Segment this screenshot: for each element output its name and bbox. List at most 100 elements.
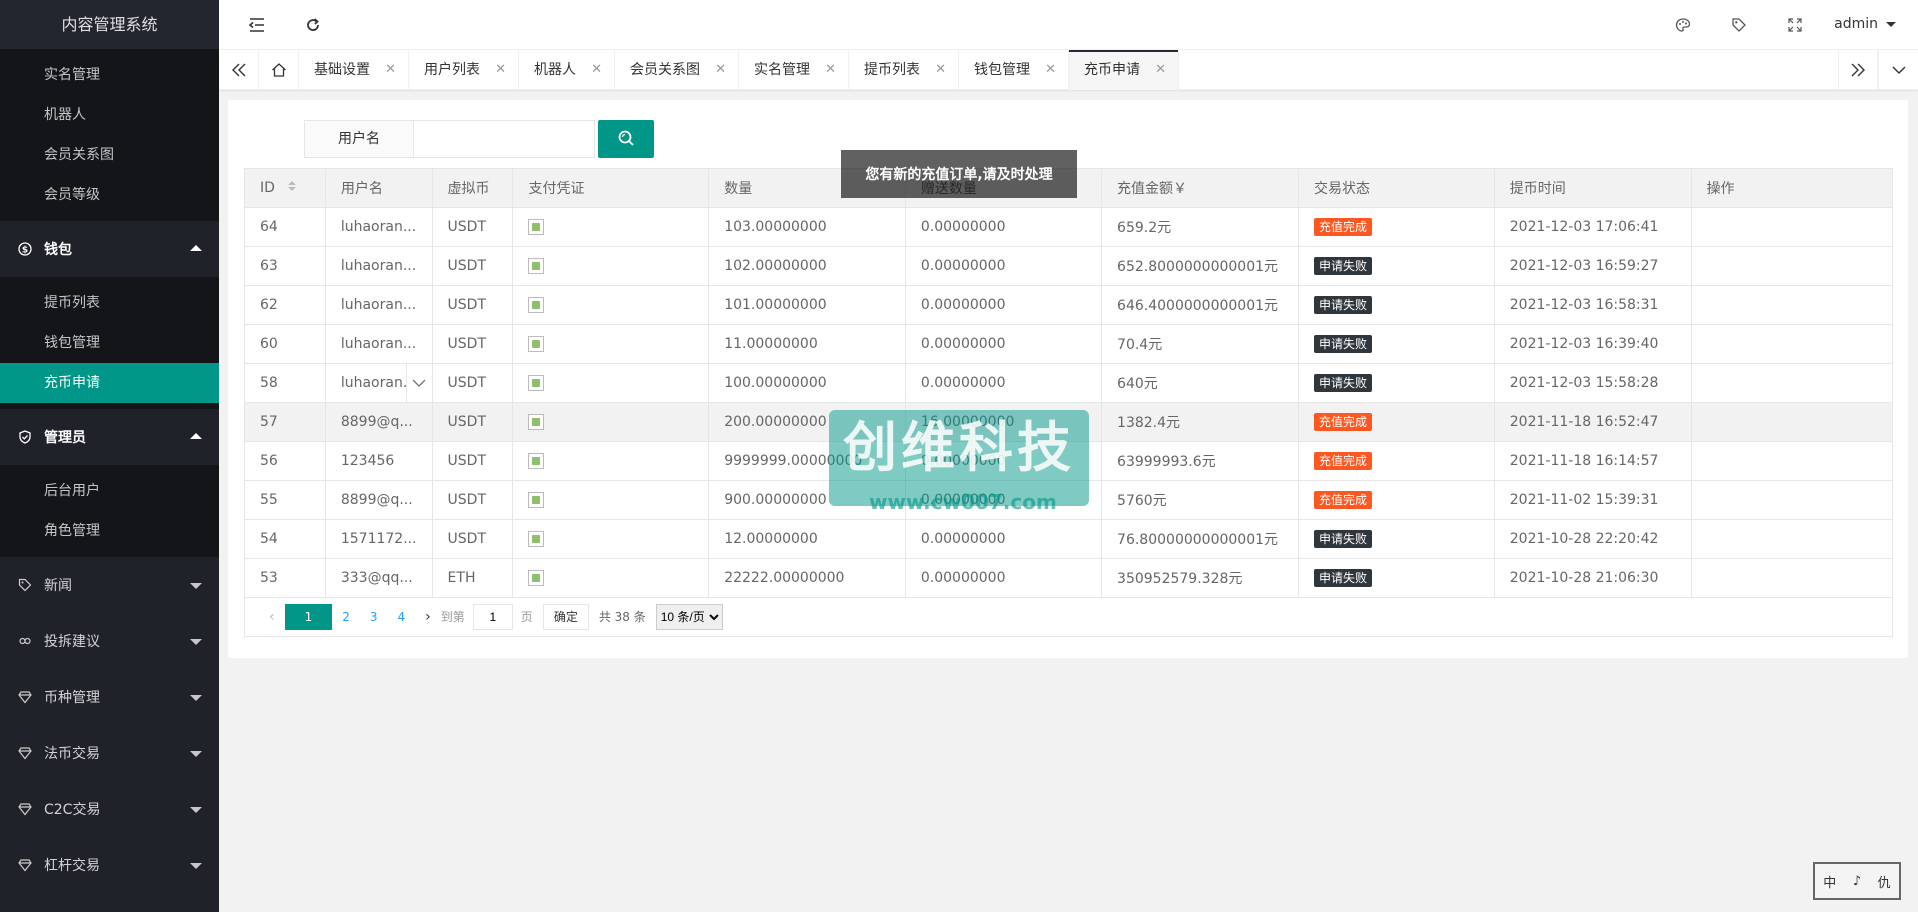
status-badge: 申请失败 (1313, 569, 1372, 587)
table-row[interactable]: 63 luhaoran... USDT 102.00000000 0.00000000 6… (244, 246, 1894, 286)
close-icon[interactable]: ✕ (495, 50, 506, 90)
page-4[interactable]: 4 (388, 604, 416, 630)
expand-chevron-down-icon[interactable] (405, 364, 432, 402)
column-header-username: 用户名 (324, 168, 433, 208)
sidebar-group-c2c-trade[interactable]: C2C交易 (0, 781, 219, 837)
cell-coin: ETH (431, 558, 514, 598)
tab-recharge-apply[interactable]: 充币申请 ✕ (1069, 50, 1179, 90)
table-row[interactable]: 62 luhaoran... USDT 101.00000000 0.00000000 6… (244, 285, 1894, 325)
sidebar-group-news[interactable]: 新闻 (0, 557, 219, 613)
close-icon[interactable]: ✕ (825, 50, 836, 90)
search-username-input[interactable] (413, 120, 595, 158)
sidebar-group-coin-manage[interactable]: 币种管理 (0, 669, 219, 725)
tab-robot[interactable]: 机器人 ✕ (519, 50, 615, 90)
cell-coin: USDT (431, 519, 514, 559)
tabs-scroll-left-icon[interactable] (219, 50, 259, 90)
sidebar-group-fiat-trade[interactable]: 法币交易 (0, 725, 219, 781)
caret-down-icon (190, 583, 202, 589)
cell-coin: USDT (431, 285, 514, 325)
broken-image-icon[interactable] (528, 453, 545, 469)
theme-icon[interactable] (1673, 15, 1693, 35)
diamond-icon (18, 858, 32, 872)
cell-status: 充值完成 (1297, 480, 1495, 520)
sidebar-group-leverage-trade[interactable]: 杠杆交易 (0, 837, 219, 893)
cell-actions (1690, 402, 1894, 442)
broken-image-icon[interactable] (528, 531, 545, 547)
broken-image-icon[interactable] (528, 258, 545, 274)
tab-user-list[interactable]: 用户列表 ✕ (409, 50, 519, 90)
sidebar-item-member-relation[interactable]: 会员关系图 (0, 135, 219, 175)
sidebar-item-member-level[interactable]: 会员等级 (0, 175, 219, 215)
fullscreen-icon[interactable] (1785, 15, 1805, 35)
broken-image-icon[interactable] (528, 336, 545, 352)
broken-image-icon[interactable] (528, 375, 545, 391)
tab-basic-settings[interactable]: 基础设置 ✕ (299, 50, 409, 90)
tabs-scroll-right-icon[interactable] (1838, 50, 1878, 90)
broken-image-icon[interactable] (528, 297, 545, 313)
cell-time: 2021-11-18 16:14:57 (1493, 441, 1692, 481)
search-button[interactable] (598, 120, 654, 158)
broken-image-icon[interactable] (528, 570, 545, 586)
cell-status: 充值完成 (1297, 441, 1495, 481)
table-row[interactable]: 64 luhaoran... USDT 103.00000000 0.00000000 6… (244, 207, 1894, 247)
cell-payment-proof (512, 441, 710, 481)
tab-wallet-manage[interactable]: 钱包管理 ✕ (959, 50, 1069, 90)
column-header-id[interactable]: ID (244, 168, 326, 208)
broken-image-icon[interactable] (528, 492, 545, 508)
cell-quantity: 103.00000000 (708, 207, 906, 247)
diamond-icon (18, 746, 32, 760)
sidebar-item-wallet-manage[interactable]: 钱包管理 (0, 323, 219, 363)
home-icon[interactable] (259, 50, 299, 90)
page-1[interactable]: 1 (284, 603, 333, 630)
cell-coin: USDT (431, 441, 514, 481)
per-page-select[interactable]: 10 条/页 (655, 603, 723, 630)
table-row[interactable]: 54 1571172... USDT 12.00000000 0.00000000 76.… (244, 519, 1894, 559)
cell-status: 充值完成 (1297, 402, 1495, 442)
table-row[interactable]: 60 luhaoran... USDT 11.00000000 0.00000000 70… (244, 324, 1894, 364)
close-icon[interactable]: ✕ (935, 50, 946, 90)
caret-down-icon (190, 751, 202, 757)
sort-icon[interactable] (287, 180, 297, 196)
sidebar-item-backend-users[interactable]: 后台用户 (0, 471, 219, 511)
sidebar-group-wallet[interactable]: $ 钱包 (0, 221, 219, 277)
close-icon[interactable]: ✕ (591, 50, 602, 90)
sidebar-group-label: 法币交易 (44, 746, 100, 762)
broken-image-icon[interactable] (528, 414, 545, 430)
language-stamp[interactable]: 中 ♪ 仇 (1813, 862, 1901, 900)
cell-gift-quantity: 0.00000000 (904, 246, 1103, 286)
close-icon[interactable]: ✕ (1155, 50, 1166, 90)
table-row[interactable]: 53 333@qq... ETH 22222.00000000 0.00000000 35… (244, 558, 1894, 598)
app-title: 内容管理系统 (0, 0, 219, 49)
broken-image-icon[interactable] (528, 219, 545, 235)
tabs-menu-chevron-down-icon[interactable] (1878, 50, 1918, 90)
user-menu[interactable]: admin (1834, 16, 1878, 32)
page-2[interactable]: 2 (332, 604, 360, 630)
table-row[interactable]: 58 luhaoran... USDT 100.00000000 0.00000000 6… (244, 363, 1894, 403)
sidebar-item-recharge-apply[interactable]: 充币申请 (0, 363, 219, 403)
cell-amount: 350952579.328元 (1101, 558, 1299, 598)
collapse-sidebar-icon[interactable] (247, 15, 267, 35)
sidebar: 内容管理系统 实名管理 机器人 会员关系图 会员等级 $ 钱包 提币列表 钱包管… (0, 0, 219, 912)
sidebar-item-withdraw-list[interactable]: 提币列表 (0, 283, 219, 323)
total-count: 共 38 条 (598, 610, 646, 624)
sidebar-group-admin[interactable]: 管理员 (0, 409, 219, 465)
close-icon[interactable]: ✕ (715, 50, 726, 90)
sidebar-item-realname[interactable]: 实名管理 (0, 55, 219, 95)
goto-confirm-button[interactable]: 确定 (542, 603, 589, 630)
close-icon[interactable]: ✕ (385, 50, 396, 90)
refresh-icon[interactable] (303, 15, 323, 35)
tag-icon[interactable] (1729, 15, 1749, 35)
page-3[interactable]: 3 (360, 604, 388, 630)
tab-withdraw-list[interactable]: 提币列表 ✕ (849, 50, 959, 90)
prev-page-icon[interactable]: ‹ (259, 604, 285, 630)
sidebar-item-role-manage[interactable]: 角色管理 (0, 511, 219, 551)
tab-label: 基础设置 (314, 62, 370, 78)
next-page-icon[interactable]: › (415, 604, 441, 630)
close-icon[interactable]: ✕ (1045, 50, 1056, 90)
cell-username: 333@qq... (324, 558, 433, 598)
sidebar-item-robot[interactable]: 机器人 (0, 95, 219, 135)
tab-realname[interactable]: 实名管理 ✕ (739, 50, 849, 90)
goto-page-input[interactable] (472, 603, 513, 630)
tab-member-relation[interactable]: 会员关系图 ✕ (615, 50, 739, 90)
sidebar-group-suggestion[interactable]: 投拆建议 (0, 613, 219, 669)
